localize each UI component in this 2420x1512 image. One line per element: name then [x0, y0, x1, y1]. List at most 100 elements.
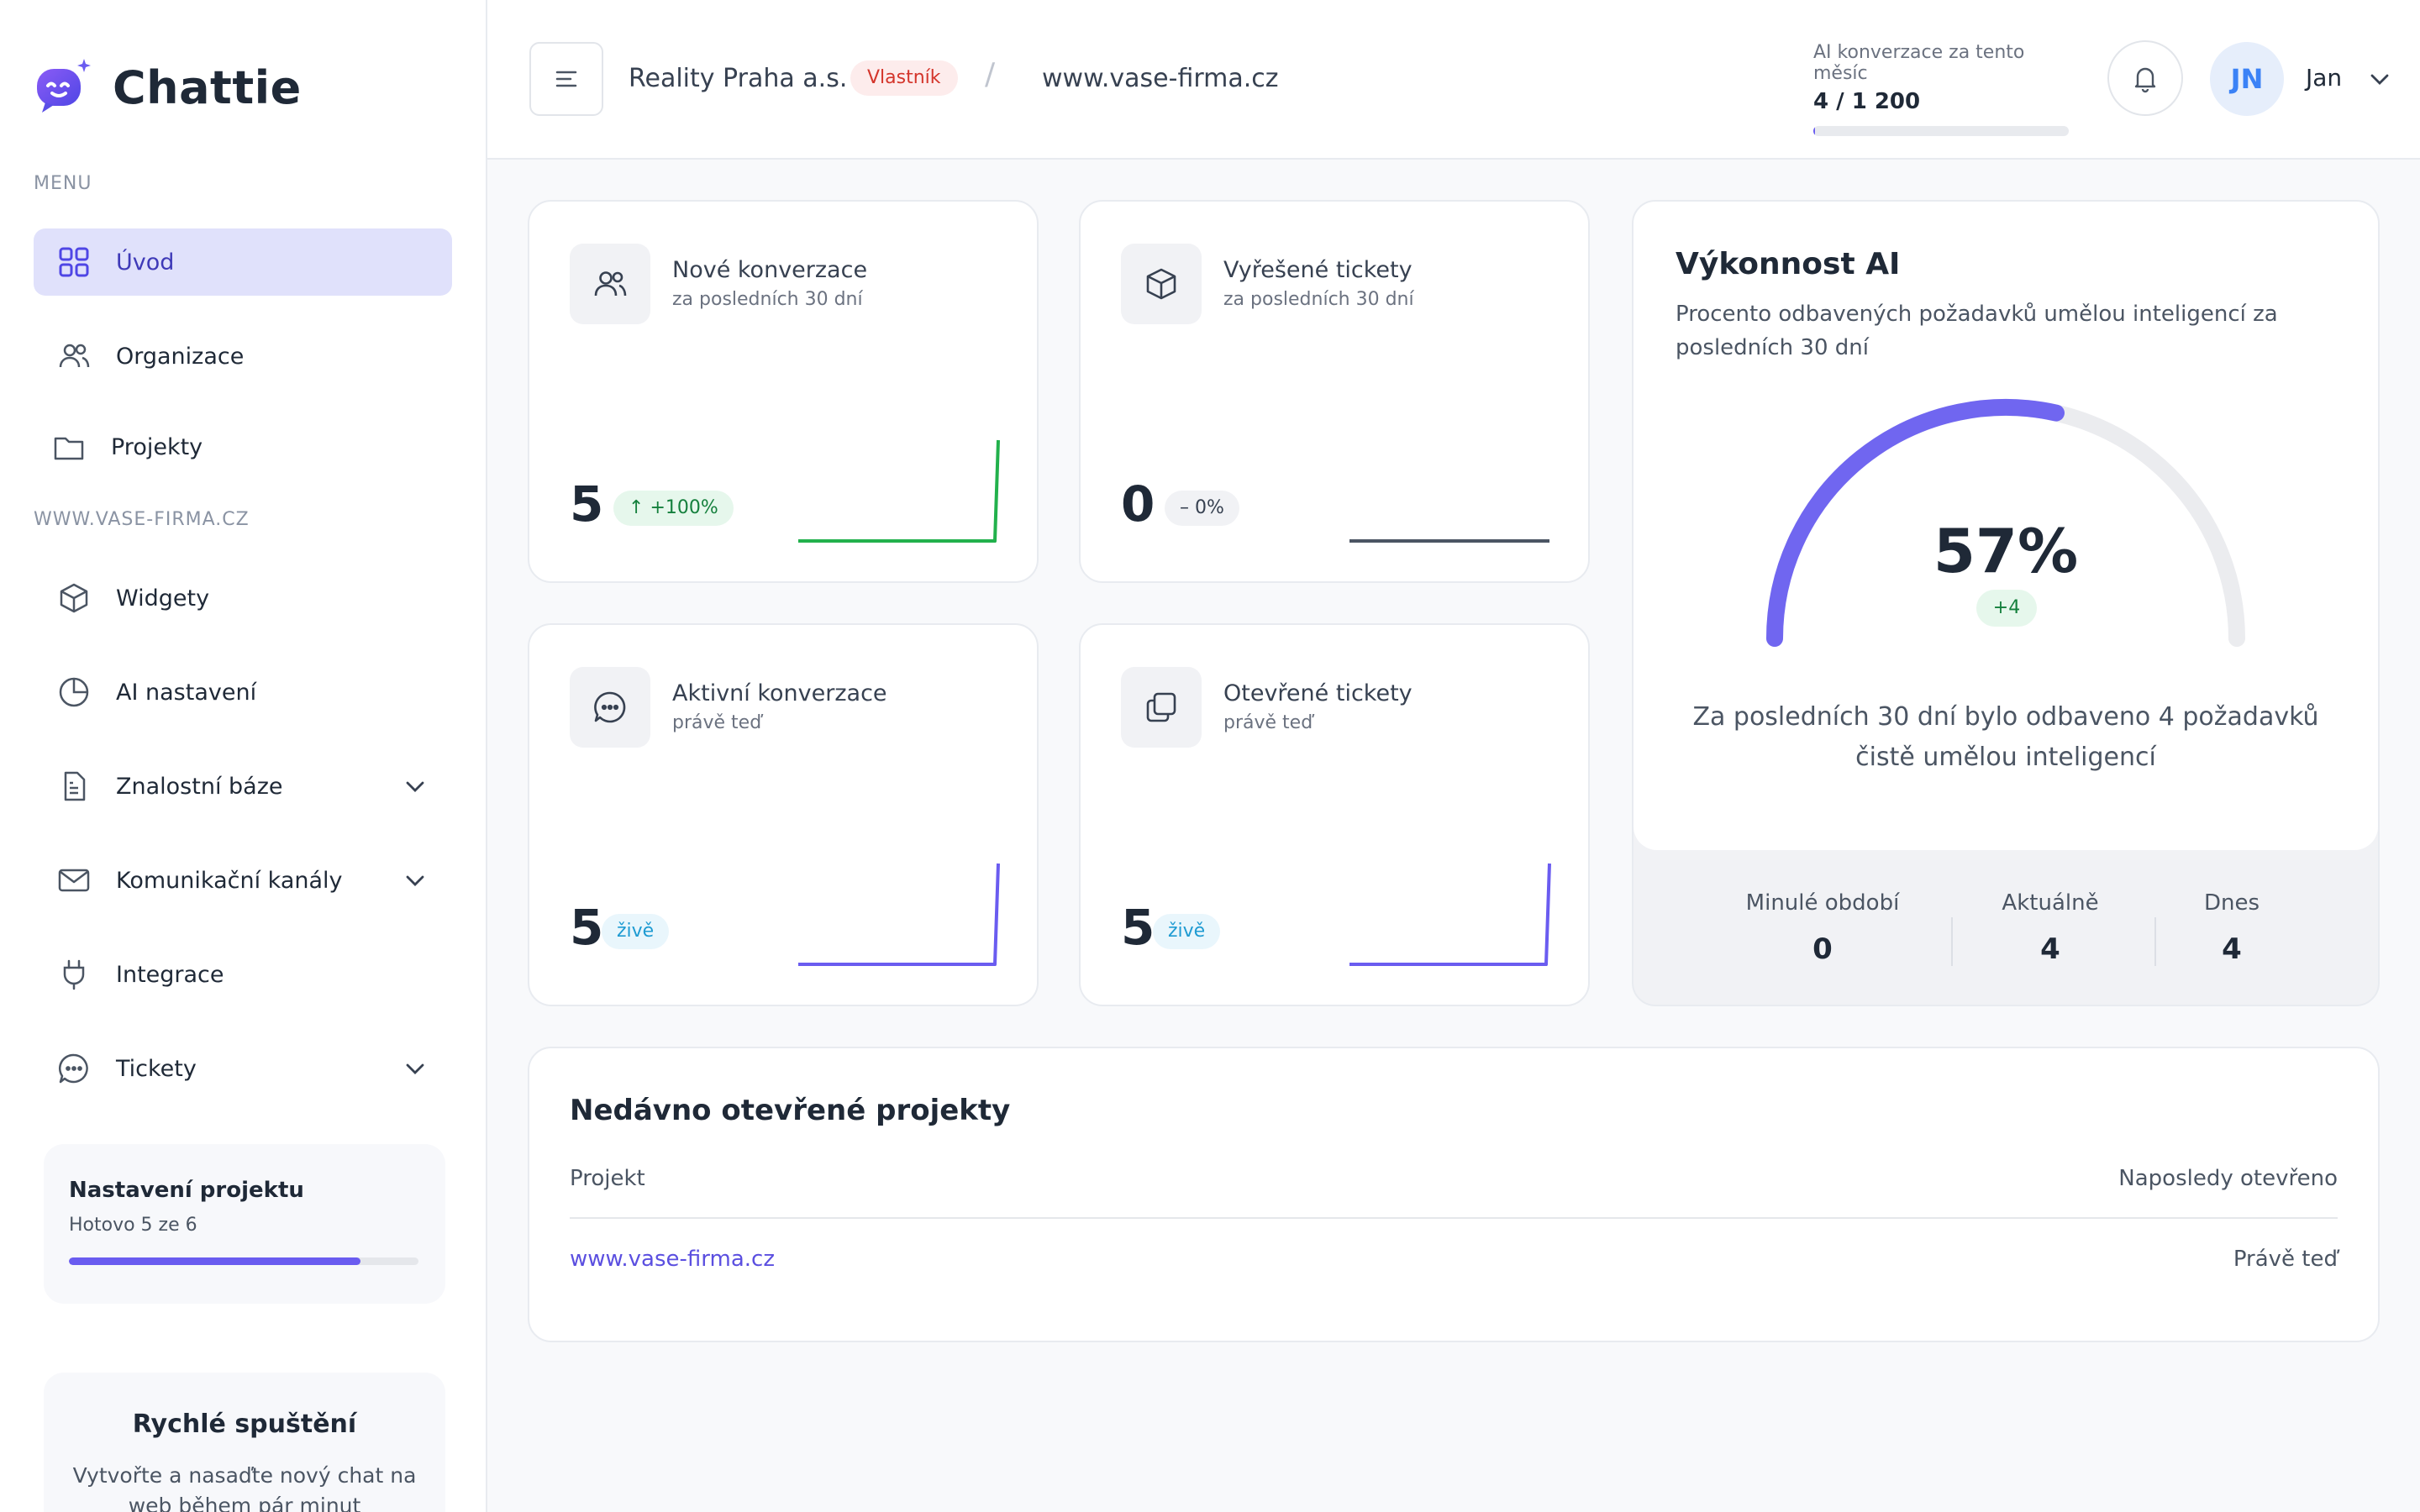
user-name[interactable]: Jan [2306, 64, 2342, 92]
stat-title: Vyřešené tickety [1223, 257, 1413, 283]
ai-performance-card: Výkonnost AI Procento odbavených požadav… [1632, 200, 2380, 1006]
project-setup-progress-fill [69, 1257, 360, 1265]
stat-value: 5 [570, 899, 604, 956]
ai-performance-body: Výkonnost AI Procento odbavených požadav… [1634, 202, 2378, 850]
ai-stat-value: 4 [2040, 932, 2060, 966]
sidebar-item-label: Úvod [116, 249, 175, 276]
stat-badge-text: +100% [650, 497, 718, 518]
recent-projects-title: Nedávno otevřené projekty [570, 1094, 1011, 1127]
chat-bubble-icon [570, 667, 650, 748]
chevron-down-icon[interactable] [403, 774, 427, 798]
sidebar-item-projekty[interactable]: Projekty [34, 413, 452, 480]
menu-toggle-button[interactable] [529, 42, 603, 116]
sidebar-item-znalostni-baze[interactable]: Znalostní báze [34, 753, 452, 820]
users-icon [57, 339, 91, 373]
pie-chart-icon [57, 675, 91, 709]
divider [1951, 917, 1953, 966]
ai-performance-description: Procento odbavených požadavků umělou int… [1676, 302, 2278, 360]
plug-icon [57, 958, 91, 991]
ai-performance-title: Výkonnost AI [1676, 247, 1901, 281]
sidebar-item-label: AI nastavení [116, 679, 257, 706]
logo[interactable]: Chattie [34, 54, 302, 121]
recent-project-link[interactable]: www.vase-firma.cz [570, 1247, 775, 1272]
cube-icon [1121, 244, 1202, 324]
recent-project-opened: Právě teď [2233, 1247, 2338, 1272]
folder-icon [52, 430, 86, 464]
ai-stat-label: Dnes [2203, 890, 2260, 916]
ai-quota: AI konverzace za tento měsíc 4 / 1 200 [1813, 42, 2070, 136]
site-section-label: WWW.VASE-FIRMA.CZ [34, 509, 250, 530]
sidebar-item-label: Komunikační kanály [116, 867, 343, 894]
chevron-down-icon[interactable] [2368, 67, 2391, 91]
sidebar-item-widgety[interactable]: Widgety [34, 564, 452, 632]
stat-value: 0 [1121, 475, 1155, 533]
stat-badge: živě [602, 914, 670, 949]
stat-title: Nové konverzace [672, 257, 868, 283]
divider [570, 1217, 2338, 1219]
column-header-project: Projekt [570, 1166, 645, 1191]
sparkline-new-conversations [798, 439, 1000, 543]
ai-stat-today: Dnes 4 [2148, 890, 2316, 966]
ai-stat-current: Aktuálně 4 [1966, 890, 2134, 966]
sidebar-item-label: Integrace [116, 961, 224, 988]
sidebar-item-integrace[interactable]: Integrace [34, 941, 452, 1008]
sidebar-item-label: Widgety [116, 585, 210, 612]
ai-stat-value: 4 [2222, 932, 2242, 966]
project-setup-card[interactable]: Nastavení projektu Hotovo 5 ze 6 [44, 1144, 445, 1304]
stat-card-active-conversations[interactable]: Aktivní konverzace právě teď 5 živě [528, 623, 1039, 1006]
sidebar-item-organizace[interactable]: Organizace [34, 323, 452, 390]
ai-performance-percent: 57% [1933, 516, 2079, 586]
stat-subtitle: za posledních 30 dní [1223, 289, 1414, 310]
app-name: Chattie [113, 60, 302, 114]
grid-icon [57, 245, 91, 279]
ai-quota-label: AI konverzace za tento měsíc [1813, 42, 2025, 84]
stat-subtitle: právě teď [672, 712, 762, 733]
stat-badge: ↑ +100% [613, 491, 734, 526]
sidebar-item-tickety[interactable]: Tickety [34, 1035, 452, 1102]
quick-start-card[interactable]: Rychlé spuštění Vytvořte a nasaďte nový … [44, 1373, 445, 1512]
notifications-button[interactable] [2107, 40, 2183, 116]
ai-performance-summary: Za posledních 30 dní bylo odbaveno 4 pož… [1692, 702, 2319, 772]
stat-card-open-tickets[interactable]: Otevřené tickety právě teď 5 živě [1079, 623, 1590, 1006]
sparkline-active-conversations [798, 863, 1000, 966]
cube-icon [57, 581, 91, 615]
app-root: Chattie MENU Úvod Organizace Projekty WW… [0, 0, 2420, 1512]
breadcrumb-site[interactable]: www.vase-firma.cz [1042, 64, 1279, 93]
sidebar: Chattie MENU Úvod Organizace Projekty WW… [0, 0, 487, 1512]
project-setup-progress-bar [69, 1257, 418, 1265]
stat-badge: živě [1153, 914, 1221, 949]
users-icon [570, 244, 650, 324]
sparkline-resolved-tickets [1349, 539, 1549, 543]
stat-title: Otevřené tickety [1223, 680, 1413, 706]
ai-stat-label: Aktuálně [2002, 890, 2099, 916]
chattie-logo-icon [37, 59, 91, 113]
stat-value: 5 [1121, 899, 1155, 956]
ai-performance-delta: +4 [1976, 590, 2037, 627]
chevron-down-icon[interactable] [403, 869, 427, 892]
sidebar-item-komunikacni-kanaly[interactable]: Komunikační kanály [34, 847, 452, 914]
chevron-down-icon[interactable] [403, 1057, 427, 1080]
stat-card-new-conversations[interactable]: Nové konverzace za posledních 30 dní 5 ↑… [528, 200, 1039, 583]
sidebar-item-label: Tickety [116, 1055, 197, 1082]
project-setup-progress-text: Hotovo 5 ze 6 [69, 1215, 197, 1236]
stat-subtitle: za posledních 30 dní [672, 289, 863, 310]
stat-badge: – 0% [1165, 491, 1239, 526]
avatar[interactable]: JN [2210, 42, 2284, 116]
menu-section-label: MENU [34, 173, 92, 194]
ai-stat-label: Minulé období [1745, 890, 1900, 916]
sidebar-item-label: Znalostní báze [116, 773, 283, 800]
organization-name[interactable]: Reality Praha a.s. [629, 64, 847, 93]
sparkline-open-tickets [1349, 863, 1551, 966]
ai-quota-bar [1813, 126, 2069, 136]
sidebar-item-ai-nastaveni[interactable]: AI nastavení [34, 659, 452, 726]
sidebar-item-uvod[interactable]: Úvod [34, 228, 452, 296]
stat-subtitle: právě teď [1223, 712, 1313, 733]
ai-stat-value: 0 [1812, 932, 1833, 966]
sidebar-item-label: Organizace [116, 343, 245, 370]
copy-icon [1121, 667, 1202, 748]
ai-quota-value: 4 / 1 200 [1813, 89, 1921, 114]
project-setup-title: Nastavení projektu [69, 1178, 304, 1203]
document-icon [57, 769, 91, 803]
stat-card-resolved-tickets[interactable]: Vyřešené tickety za posledních 30 dní 0 … [1079, 200, 1590, 583]
ai-stat-previous: Minulé období 0 [1739, 890, 1907, 966]
